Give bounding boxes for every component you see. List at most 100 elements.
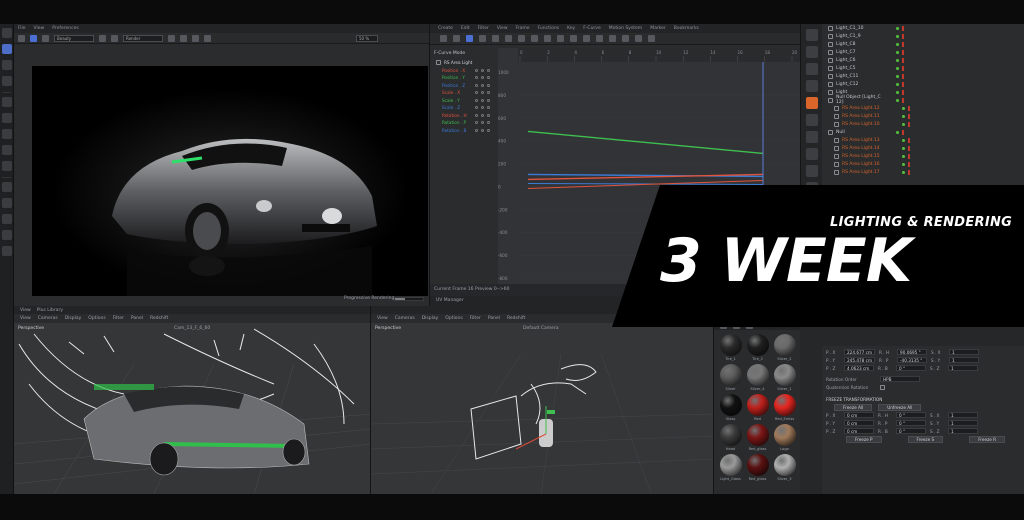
circle-icon[interactable] (204, 34, 211, 42)
zoom-select[interactable]: 50 % (356, 34, 378, 42)
save-icon[interactable] (111, 34, 118, 42)
attr-field[interactable]: 1 (949, 349, 980, 355)
om-item[interactable]: Light_C7 (822, 48, 1024, 56)
om-item[interactable]: Null (822, 128, 1024, 136)
filter-icon[interactable] (622, 35, 629, 42)
tab-plus-library[interactable]: Plus Library (37, 308, 63, 313)
attr-field[interactable]: 1 (948, 365, 978, 371)
enabled-check-icon[interactable] (902, 106, 905, 110)
track-toggle-icon[interactable] (475, 121, 478, 125)
fcurve-menu-item[interactable]: Motion System (609, 26, 642, 31)
enabled-check-icon[interactable] (896, 82, 899, 86)
attr-field[interactable]: 1 (948, 420, 978, 426)
track-toggle-icon[interactable] (487, 91, 490, 95)
attr-field[interactable]: 0 cm (844, 412, 874, 418)
takes-tab-icon[interactable] (805, 46, 818, 58)
enabled-check-icon[interactable] (896, 26, 899, 30)
viewport-menu-item[interactable]: Filter (470, 316, 481, 321)
uv-manager-tab[interactable]: UV Manager (430, 296, 800, 306)
layers-tab-icon[interactable] (805, 63, 818, 75)
enabled-check-icon[interactable] (896, 50, 899, 54)
unfreeze-all-button[interactable]: Unfreeze All (878, 403, 922, 411)
rotation-order-select[interactable]: HPB (880, 376, 920, 382)
freeze-p-button[interactable]: Freeze P (846, 435, 882, 443)
rotate-tool-icon[interactable] (2, 60, 12, 70)
cone-icon[interactable] (805, 97, 818, 109)
om-item[interactable]: RS Area Light.11 (822, 112, 1024, 120)
viewport-right[interactable]: View Cameras Display Options Filter Panel Reds… (371, 306, 713, 494)
attr-field[interactable]: 1 (948, 428, 978, 434)
track-toggle-icon[interactable] (487, 98, 490, 102)
clamp-icon[interactable] (557, 35, 564, 42)
viewport-menu-item[interactable]: Redshift (507, 316, 525, 321)
sky-icon[interactable] (805, 182, 818, 194)
enabled-check-icon[interactable] (896, 98, 899, 102)
enabled-check-icon[interactable] (902, 138, 905, 142)
viewport-menu-item[interactable]: Cameras (395, 316, 415, 321)
om-item[interactable]: Light_C12 (822, 80, 1024, 88)
attr-field[interactable]: 224.677 cm (844, 349, 876, 355)
fcurve-menu-item[interactable]: F-Curve (583, 26, 601, 31)
track-toggle-icon[interactable] (487, 128, 490, 132)
fcurve-menu-item[interactable]: Edit (461, 26, 470, 31)
om-item[interactable]: Light_C8 (822, 40, 1024, 48)
align-icon[interactable] (596, 35, 603, 42)
undo-icon[interactable] (2, 28, 12, 38)
key-mode-icon[interactable] (453, 35, 460, 42)
track-toggle-icon[interactable] (475, 83, 478, 87)
fcurve-menu-item[interactable]: Bookmarks (674, 26, 699, 31)
null-icon[interactable] (805, 131, 818, 143)
track-row[interactable]: Position . X (430, 67, 496, 75)
track-toggle-icon[interactable] (475, 113, 478, 117)
fcurve-menu-item[interactable]: Key (567, 26, 575, 31)
material-slot[interactable]: Tire_2 (745, 334, 770, 361)
enabled-check-icon[interactable] (896, 130, 899, 134)
move-tool-icon[interactable] (2, 44, 12, 54)
cube-icon[interactable] (2, 113, 12, 123)
viewport-menu-item[interactable]: View (377, 316, 388, 321)
objects-tab-icon[interactable] (805, 29, 818, 41)
menu-preferences[interactable]: Preferences (52, 26, 78, 31)
lock-icon[interactable] (168, 34, 175, 42)
play-icon[interactable] (648, 35, 655, 42)
track-toggle-icon[interactable] (475, 98, 478, 102)
deformer-icon[interactable] (2, 145, 12, 155)
attr-field[interactable]: 0 ° (896, 428, 926, 434)
track-toggle-icon[interactable] (487, 113, 490, 117)
track-toggle-icon[interactable] (481, 91, 484, 95)
spline-key-icon[interactable] (531, 35, 538, 42)
brush-icon[interactable] (2, 198, 12, 208)
material-slot[interactable]: Red (745, 394, 770, 421)
zero-icon[interactable] (570, 35, 577, 42)
track-toggle-icon[interactable] (475, 68, 478, 72)
om-item[interactable]: Light_C6 (822, 56, 1024, 64)
om-item[interactable]: RS Area Light.12 (822, 104, 1024, 112)
fcurve-menu-item[interactable]: Create (438, 26, 453, 31)
tangent-icon[interactable] (492, 35, 499, 42)
track-toggle-icon[interactable] (481, 113, 484, 117)
viewport-menu-item[interactable]: Redshift (150, 316, 168, 321)
om-item[interactable]: Light_C1_10 (822, 24, 1024, 32)
paint-icon[interactable] (2, 182, 12, 192)
render-mode-select[interactable]: Render (123, 34, 163, 42)
attr-field[interactable]: 4.0623 cm (844, 365, 874, 371)
track-toggle-icon[interactable] (481, 106, 484, 110)
om-item[interactable]: RS Area Light.17 (822, 168, 1024, 176)
edit-material-icon[interactable] (733, 321, 740, 329)
enabled-check-icon[interactable] (896, 74, 899, 78)
enabled-check-icon[interactable] (896, 90, 899, 94)
fcurve-menu-item[interactable]: Filter (478, 26, 489, 31)
enabled-check-icon[interactable] (902, 146, 905, 150)
enabled-check-icon[interactable] (896, 66, 899, 70)
knife-icon[interactable] (2, 214, 12, 224)
linear-icon[interactable] (505, 35, 512, 42)
enabled-check-icon[interactable] (896, 34, 899, 38)
track-toggle-icon[interactable] (481, 83, 484, 87)
track-toggle-icon[interactable] (487, 121, 490, 125)
track-row[interactable]: Rotation . P (430, 119, 496, 127)
track-toggle-icon[interactable] (475, 91, 478, 95)
track-row[interactable]: Position . Y (430, 74, 496, 82)
break-icon[interactable] (583, 35, 590, 42)
material-slot[interactable]: Logo (772, 424, 797, 451)
magnet-icon[interactable] (2, 230, 12, 240)
